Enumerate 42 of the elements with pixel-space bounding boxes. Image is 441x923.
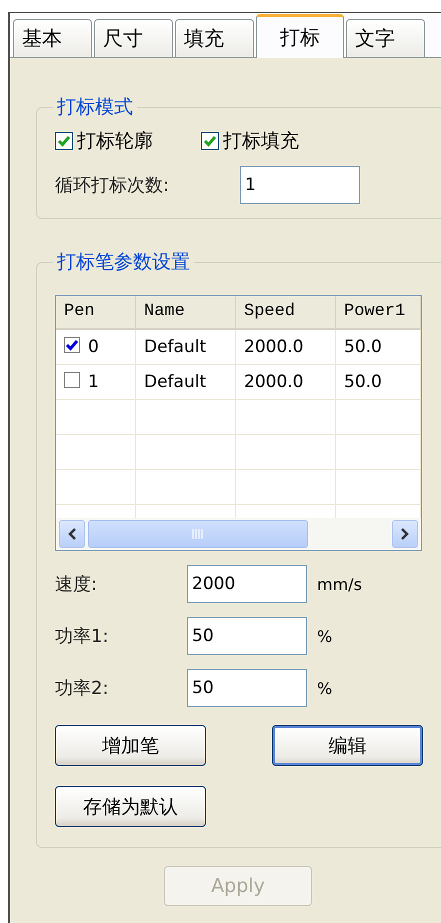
tab[interactable]: 填充 xyxy=(175,19,254,57)
unit-label: % xyxy=(317,626,332,646)
unit-label: mm/s xyxy=(317,574,362,594)
scrollbar-thumb[interactable] xyxy=(88,520,308,548)
chevron-left-icon xyxy=(67,528,77,540)
button[interactable]: 编辑 xyxy=(272,725,423,766)
table-cell: 2000.0 xyxy=(236,365,336,399)
table-cell: 1 xyxy=(56,365,136,399)
table-cell: 50.0 xyxy=(336,330,421,364)
scroll-left-button[interactable] xyxy=(59,520,85,548)
field-label: 速度: xyxy=(55,573,98,596)
checkbox[interactable]: 打标填充 xyxy=(201,128,299,154)
table-cell: Default xyxy=(136,330,236,364)
field-label: 循环打标次数: xyxy=(55,174,170,197)
column-header[interactable]: Speed xyxy=(236,296,336,328)
tab[interactable]: 打标 xyxy=(256,14,344,58)
tab[interactable]: 基本 xyxy=(13,19,92,57)
table-cell: 0 xyxy=(56,330,136,364)
tab[interactable]: 文字 xyxy=(346,19,425,57)
column-header[interactable]: Pen xyxy=(56,296,136,328)
unit-label: % xyxy=(317,678,332,698)
chevron-right-icon xyxy=(400,528,410,540)
field-label: 功率1: xyxy=(55,625,110,648)
column-header[interactable]: Power1 xyxy=(336,296,421,328)
field-label: 功率2: xyxy=(55,677,110,700)
group-title: 打标模式 xyxy=(56,95,134,120)
table-cell: Default xyxy=(136,365,236,399)
input-field[interactable]: 50 xyxy=(187,669,307,707)
tab[interactable]: 尺寸 xyxy=(94,19,173,57)
button[interactable]: 增加笔 xyxy=(55,725,206,766)
table-cell: 50.0 xyxy=(336,365,421,399)
scroll-right-button[interactable] xyxy=(392,520,418,548)
table-cell: 2000.0 xyxy=(236,330,336,364)
input-field[interactable]: 1 xyxy=(240,166,360,204)
input-field[interactable]: 50 xyxy=(187,617,307,655)
button[interactable]: 存储为默认 xyxy=(55,786,206,827)
checkbox[interactable] xyxy=(64,372,80,388)
input-field[interactable]: 2000 xyxy=(187,565,307,603)
column-header[interactable]: Name xyxy=(136,296,236,328)
checkbox[interactable] xyxy=(64,337,80,353)
group-title: 打标笔参数设置 xyxy=(56,250,191,275)
checkbox[interactable]: 打标轮廓 xyxy=(55,128,153,154)
